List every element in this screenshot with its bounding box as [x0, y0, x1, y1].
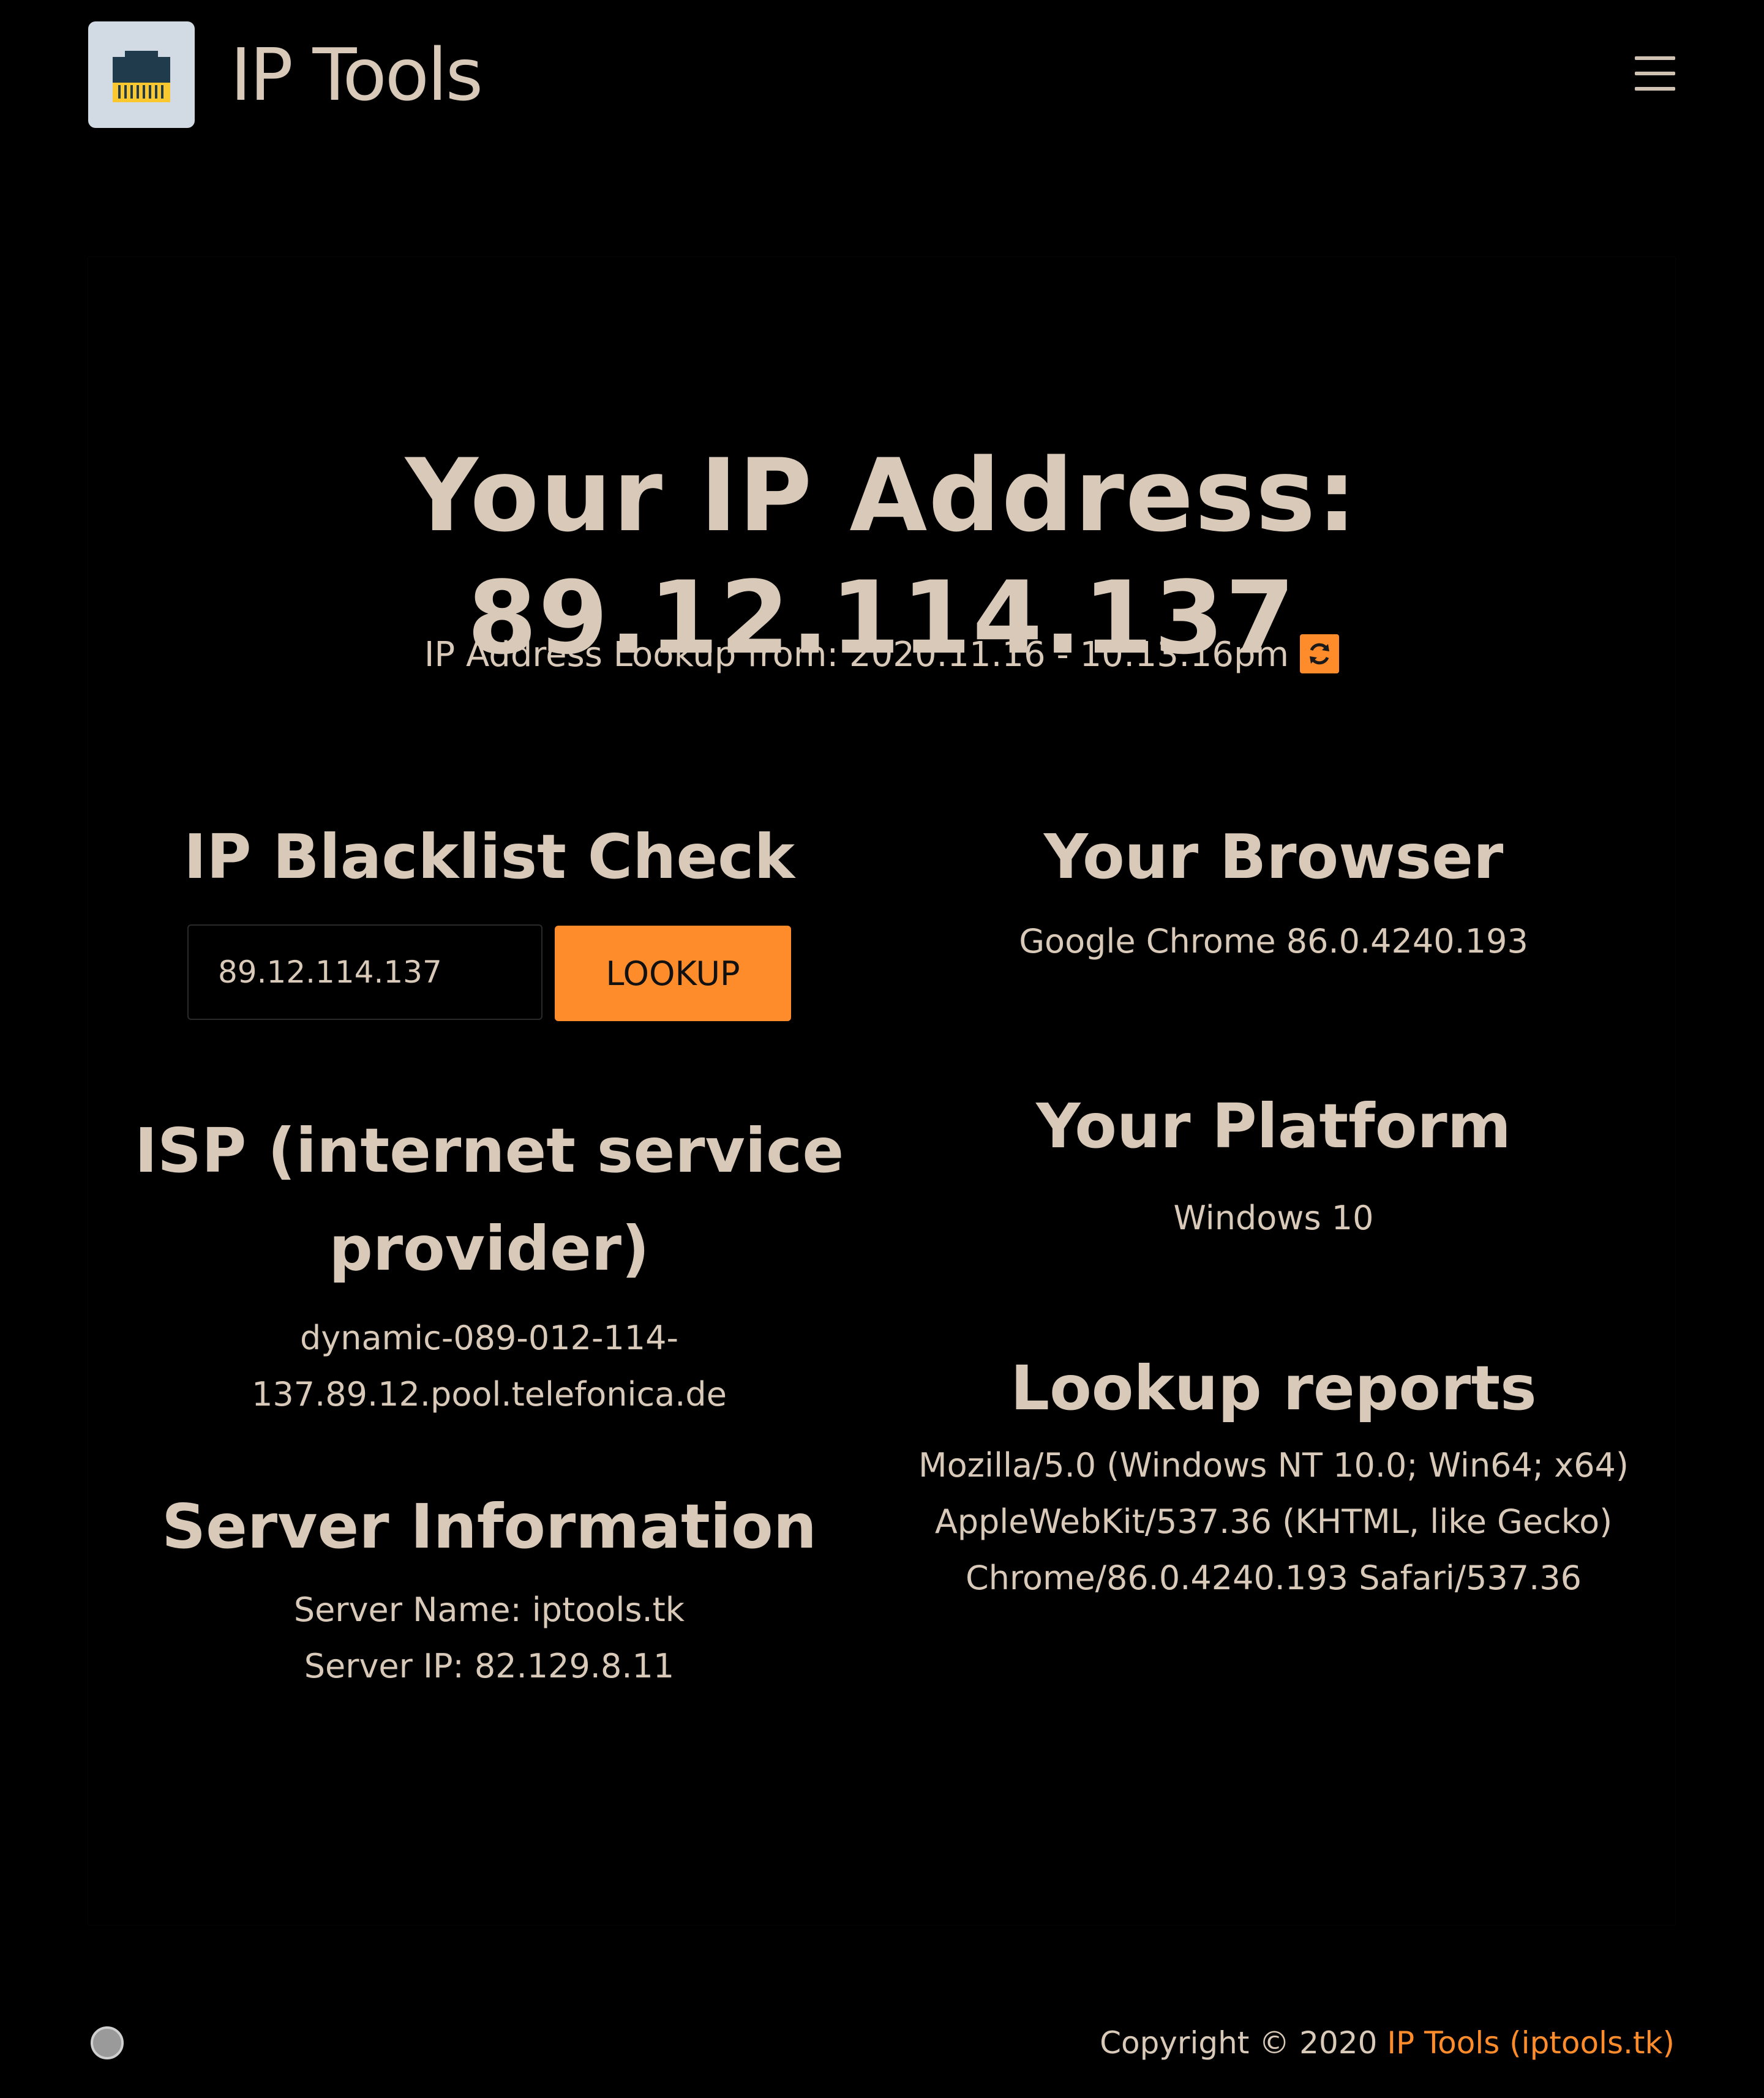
copyright-text: Copyright © 2020: [1100, 2025, 1387, 2061]
ethernet-port-icon: [113, 51, 170, 102]
isp-heading-line2: provider): [329, 1213, 650, 1284]
blacklist-heading: IP Blacklist Check: [184, 821, 795, 893]
brand-name[interactable]: IP Tools: [230, 32, 483, 118]
reports-heading: Lookup reports: [1010, 1352, 1537, 1424]
browser-value: Google Chrome 86.0.4240.193: [1019, 922, 1528, 961]
left-column: IP Blacklist Check LOOKUP ISP (internet …: [88, 808, 890, 1695]
blacklist-form: LOOKUP: [88, 924, 890, 1028]
server-name: Server Name: iptools.tk: [293, 1590, 685, 1629]
lookup-timestamp: IP Address Lookup from: 2020.11.16 - 10:…: [88, 631, 1675, 680]
logo[interactable]: [88, 21, 195, 128]
isp-heading: ISP (internet service provider): [88, 1102, 890, 1298]
platform-heading: Your Platform: [1036, 1090, 1511, 1162]
user-agent-line1: Mozilla/5.0 (Windows NT 10.0; Win64; x64…: [918, 1446, 1629, 1485]
page: IP Tools Your IP Address: 89.12.114.137 …: [0, 0, 1764, 2098]
isp-hostname-line2: 137.89.12.pool.telefonica.de: [252, 1375, 727, 1414]
isp-hostname-line1: dynamic-089-012-114-: [300, 1319, 678, 1357]
main-card: Your IP Address: 89.12.114.137 IP Addres…: [88, 257, 1675, 1925]
isp-heading-line1: ISP (internet service: [134, 1115, 844, 1186]
refresh-icon[interactable]: [1300, 634, 1340, 673]
lookup-timestamp-text: IP Address Lookup from: 2020.11.16 - 10:…: [424, 635, 1289, 675]
theme-toggle-icon[interactable]: [91, 2026, 124, 2059]
server-heading: Server Information: [162, 1491, 817, 1562]
platform-value: Windows 10: [1173, 1199, 1374, 1237]
server-ip: Server IP: 82.129.8.11: [304, 1647, 675, 1685]
user-agent-line3: Chrome/86.0.4240.193 Safari/537.36: [965, 1559, 1582, 1597]
lookup-button[interactable]: LOOKUP: [555, 926, 791, 1021]
blacklist-ip-input[interactable]: [187, 924, 542, 1020]
copyright-link[interactable]: IP Tools (iptools.tk): [1387, 2025, 1675, 2061]
user-agent-line2: AppleWebKit/537.36 (KHTML, like Gecko): [934, 1502, 1613, 1541]
browser-heading: Your Browser: [1043, 821, 1504, 893]
hamburger-menu-icon[interactable]: [1635, 56, 1675, 91]
right-column: Your Browser Google Chrome 86.0.4240.193…: [872, 808, 1675, 1606]
copyright: Copyright © 2020 IP Tools (iptools.tk): [1100, 2021, 1675, 2064]
